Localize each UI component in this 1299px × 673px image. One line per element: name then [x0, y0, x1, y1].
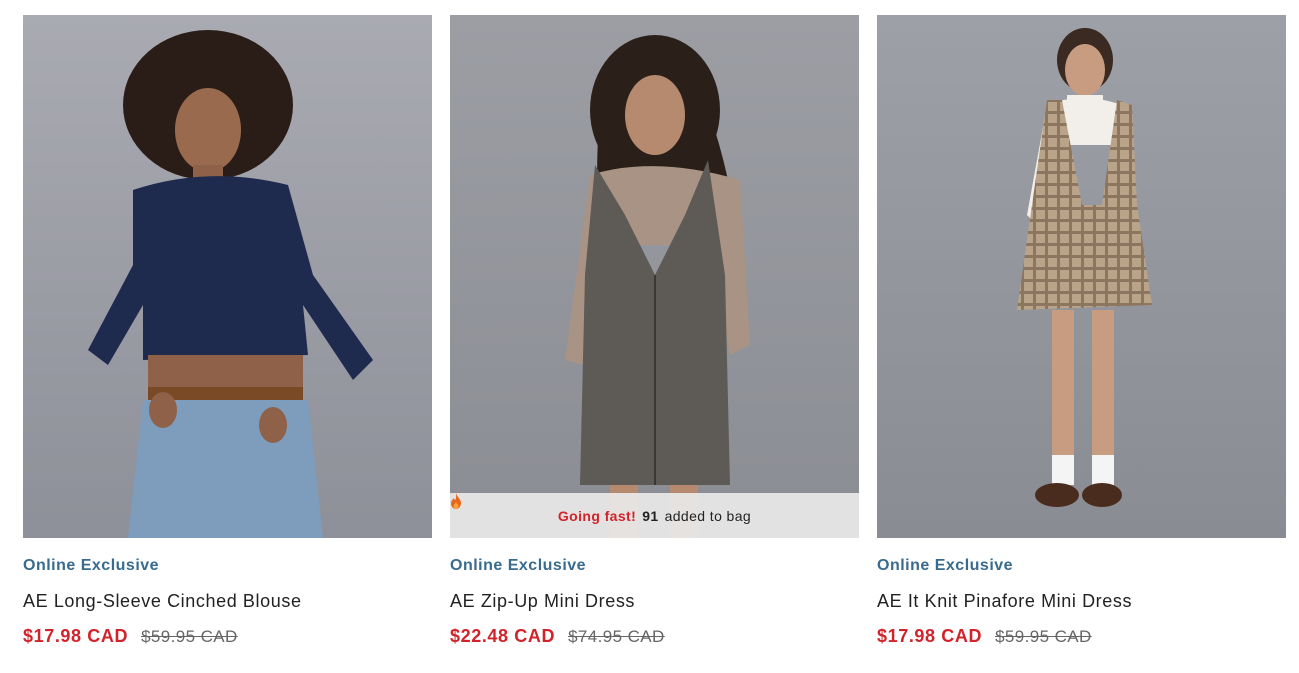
product-card[interactable]: Online Exclusive AE It Knit Pinafore Min…	[877, 15, 1286, 648]
product-name[interactable]: AE Zip-Up Mini Dress	[450, 590, 859, 612]
original-price: $59.95 CAD	[995, 627, 1092, 646]
added-count: 91	[642, 507, 659, 524]
product-name[interactable]: AE It Knit Pinafore Mini Dress	[877, 590, 1286, 612]
product-card[interactable]: Going fast! 91 added to bag Online Exclu…	[450, 15, 859, 648]
product-image[interactable]	[23, 15, 432, 538]
price-row: $17.98 CAD $59.95 CAD	[23, 625, 432, 648]
product-photo-herringbone-dress	[450, 15, 859, 538]
product-photo-navy-blouse	[23, 15, 432, 538]
going-fast-text: Going fast!	[557, 507, 637, 524]
product-photo-plaid-pinafore	[877, 15, 1286, 538]
sale-price: $17.98 CAD	[877, 626, 983, 646]
product-card[interactable]: Online Exclusive AE Long-Sleeve Cinched …	[23, 15, 432, 648]
product-image[interactable]: Going fast! 91 added to bag	[450, 15, 859, 538]
online-exclusive-label: Online Exclusive	[450, 557, 587, 574]
price-row: $17.98 CAD $59.95 CAD	[877, 625, 1286, 648]
price-row: $22.48 CAD $74.95 CAD	[450, 625, 859, 648]
product-image[interactable]	[877, 15, 1286, 538]
flame-icon	[451, 493, 461, 509]
online-exclusive-label: Online Exclusive	[877, 557, 1014, 574]
sale-price: $22.48 CAD	[450, 626, 556, 646]
added-to-bag-text: added to bag	[664, 507, 752, 524]
product-grid: Online Exclusive AE Long-Sleeve Cinched …	[23, 15, 1286, 648]
original-price: $59.95 CAD	[141, 627, 238, 646]
original-price: $74.95 CAD	[568, 627, 665, 646]
product-name[interactable]: AE Long-Sleeve Cinched Blouse	[23, 590, 432, 612]
sale-price: $17.98 CAD	[23, 626, 129, 646]
online-exclusive-label: Online Exclusive	[23, 557, 160, 574]
going-fast-badge: Going fast! 91 added to bag	[450, 493, 859, 538]
